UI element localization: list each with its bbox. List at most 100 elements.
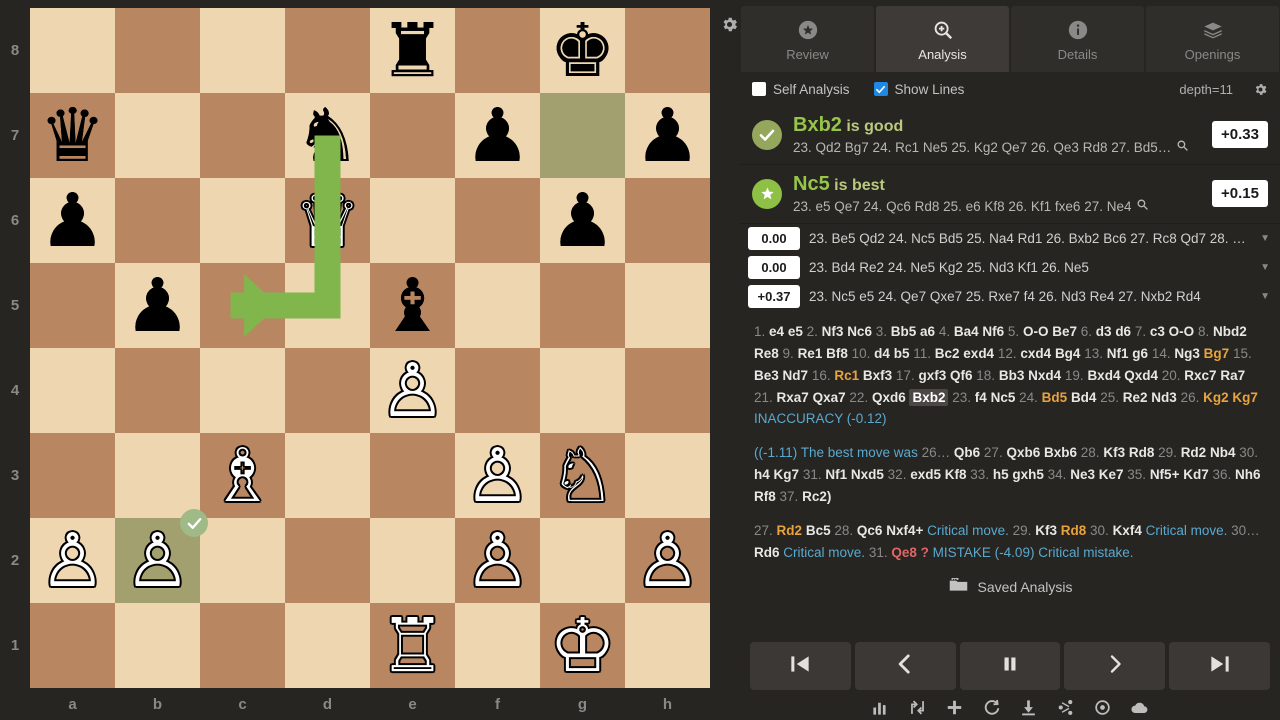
- square-b3[interactable]: [115, 433, 200, 518]
- square-d5[interactable]: [285, 263, 370, 348]
- self-analysis-checkbox[interactable]: Self Analysis: [752, 82, 850, 97]
- move-token[interactable]: Ng3: [1174, 346, 1200, 361]
- move-token[interactable]: Nc6: [847, 324, 872, 339]
- chessboard[interactable]: ♜ ♚ ♛ ♞ ♟ ♟ ♟ ♕ ♟ ♟ ♝ ♙ ♗ ♙ ♘ ♙ ♙ ♙ ♙ ♖ ♔: [30, 8, 710, 688]
- move-token[interactable]: Qxd4: [1124, 368, 1158, 383]
- piece-bp-b5[interactable]: ♟: [115, 263, 200, 348]
- chevron-down-icon[interactable]: ▼: [1260, 291, 1270, 302]
- move-token[interactable]: b5: [894, 346, 910, 361]
- piece-wp-e4[interactable]: ♙: [370, 348, 455, 433]
- bestline-token[interactable]: Kd7: [1183, 467, 1209, 482]
- move-token[interactable]: Nf1: [1107, 346, 1129, 361]
- critical-token[interactable]: Nxf4+: [886, 523, 923, 538]
- tab-details[interactable]: Details: [1011, 6, 1144, 72]
- square-g4[interactable]: [540, 348, 625, 433]
- square-e7[interactable]: [370, 93, 455, 178]
- engine-line-2[interactable]: 0.00 23. Bd4 Re2 24. Ne5 Kg2 25. Nd3 Kf1 …: [740, 253, 1280, 282]
- move-token[interactable]: Nf6: [982, 324, 1004, 339]
- piece-wk-g1[interactable]: ♔: [540, 603, 625, 688]
- square-g5[interactable]: [540, 263, 625, 348]
- move-token[interactable]: e5: [788, 324, 803, 339]
- critical-token[interactable]: Rd8: [1061, 523, 1087, 538]
- redo-icon[interactable]: [982, 698, 1001, 717]
- square-b4[interactable]: [115, 348, 200, 433]
- magnifier-icon[interactable]: [1136, 198, 1149, 214]
- square-b6[interactable]: [115, 178, 200, 263]
- bestline-token[interactable]: h5: [993, 467, 1009, 482]
- tab-openings[interactable]: Openings: [1146, 6, 1279, 72]
- move-token[interactable]: Qxa7: [813, 390, 846, 405]
- piece-wp-h2[interactable]: ♙: [625, 518, 710, 603]
- move-token[interactable]: Nd3: [1151, 390, 1177, 405]
- square-c4[interactable]: [200, 348, 285, 433]
- bestline-token[interactable]: Qxb6: [1006, 445, 1040, 460]
- saved-analysis-row[interactable]: Saved Analysis: [754, 574, 1266, 602]
- tab-analysis[interactable]: Analysis: [876, 6, 1009, 72]
- move-token[interactable]: exd4: [963, 346, 994, 361]
- bestline-token[interactable]: Nf1: [825, 467, 847, 482]
- target-icon[interactable]: [1093, 698, 1112, 717]
- square-d3[interactable]: [285, 433, 370, 518]
- move-token[interactable]: e4: [769, 324, 784, 339]
- square-f1[interactable]: [455, 603, 540, 688]
- move-token[interactable]: c3: [1150, 324, 1165, 339]
- best-move-card-bxb2[interactable]: Bxb2 is good 23. Qd2 Bg7 24. Rc1 Ne5 25. …: [740, 106, 1280, 165]
- square-c5[interactable]: [200, 263, 285, 348]
- first-move-button[interactable]: [750, 642, 851, 690]
- square-c8[interactable]: [200, 8, 285, 93]
- notation-area[interactable]: 1. e4 e5 2. Nf3 Nc6 3. Bb5 a6 4. Ba4 Nf6…: [740, 311, 1280, 636]
- move-token[interactable]: d3: [1096, 324, 1112, 339]
- bestline-token[interactable]: Kg7: [774, 467, 800, 482]
- chart-icon[interactable]: [871, 698, 890, 717]
- square-a8[interactable]: [30, 8, 115, 93]
- last-move-button[interactable]: [1169, 642, 1270, 690]
- piece-bb-e5[interactable]: ♝: [370, 263, 455, 348]
- bestline-token[interactable]: h4: [754, 467, 770, 482]
- move-token[interactable]: Nbd2: [1213, 324, 1247, 339]
- square-f5[interactable]: [455, 263, 540, 348]
- move-token[interactable]: Bxd4: [1087, 368, 1120, 383]
- critical-token[interactable]: Kf3: [1035, 523, 1057, 538]
- critical-token[interactable]: ?: [921, 545, 929, 560]
- move-token[interactable]: Re8: [754, 346, 779, 361]
- piece-bp-g6[interactable]: ♟: [540, 178, 625, 263]
- piece-wp-a2[interactable]: ♙: [30, 518, 115, 603]
- square-b7[interactable]: [115, 93, 200, 178]
- square-h5[interactable]: [625, 263, 710, 348]
- piece-wn-g3[interactable]: ♘: [540, 433, 625, 518]
- move-token[interactable]: gxf3: [918, 368, 946, 383]
- next-move-button[interactable]: [1064, 642, 1166, 690]
- square-c1[interactable]: [200, 603, 285, 688]
- move-token[interactable]: Kg7: [1232, 390, 1258, 405]
- bestline-token[interactable]: Qb6: [954, 445, 980, 460]
- move-token[interactable]: Be3: [754, 368, 779, 383]
- bestline-token[interactable]: Bxb6: [1044, 445, 1077, 460]
- move-token[interactable]: O-O: [1169, 324, 1195, 339]
- square-c6[interactable]: [200, 178, 285, 263]
- square-g7[interactable]: [540, 93, 625, 178]
- share-icon[interactable]: [1056, 698, 1075, 717]
- move-token[interactable]: Qf6: [950, 368, 973, 383]
- square-c2[interactable]: [200, 518, 285, 603]
- square-h1[interactable]: [625, 603, 710, 688]
- square-a4[interactable]: [30, 348, 115, 433]
- move-token[interactable]: Bb5: [891, 324, 917, 339]
- critical-token[interactable]: Rd6: [754, 545, 780, 560]
- bestline-token[interactable]: Nb4: [1210, 445, 1236, 460]
- piece-wp-f2[interactable]: ♙: [455, 518, 540, 603]
- bestline-token[interactable]: Rd2: [1181, 445, 1207, 460]
- square-c7[interactable]: [200, 93, 285, 178]
- prev-move-button[interactable]: [854, 642, 956, 690]
- move-token[interactable]: Re2: [1123, 390, 1148, 405]
- move-token[interactable]: Ba4: [954, 324, 979, 339]
- square-e2[interactable]: [370, 518, 455, 603]
- move-token[interactable]: Bc2: [935, 346, 960, 361]
- critical-token[interactable]: Kxf4: [1113, 523, 1142, 538]
- square-f4[interactable]: [455, 348, 540, 433]
- move-token[interactable]: Rxa7: [777, 390, 809, 405]
- move-token[interactable]: Rc1: [834, 368, 859, 383]
- square-h4[interactable]: [625, 348, 710, 433]
- cloud-icon[interactable]: [1130, 698, 1149, 717]
- piece-wr-e1[interactable]: ♖: [370, 603, 455, 688]
- bestline-token[interactable]: Nh6: [1235, 467, 1261, 482]
